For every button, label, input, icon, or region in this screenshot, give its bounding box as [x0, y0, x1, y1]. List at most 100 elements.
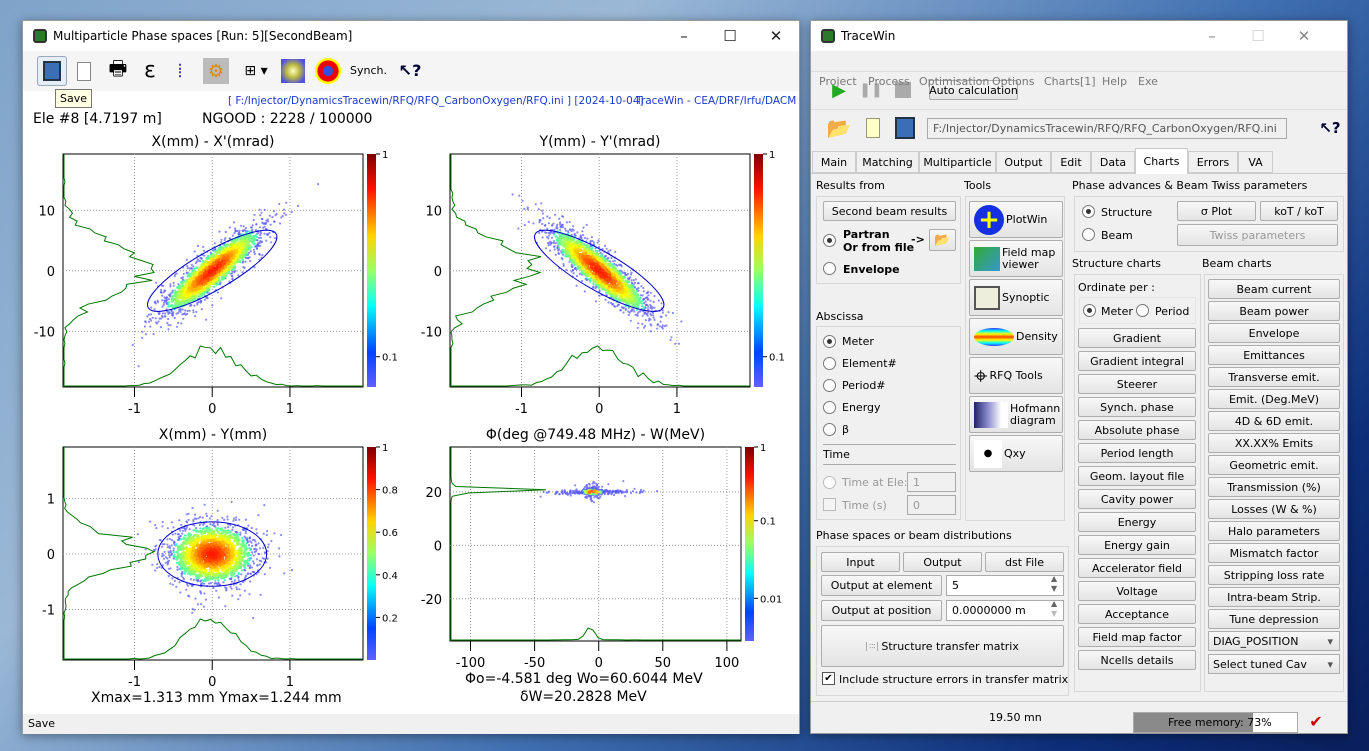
particle — [255, 223, 258, 226]
particle — [246, 573, 249, 576]
particle — [622, 311, 625, 314]
particle — [174, 532, 177, 535]
particle — [169, 537, 172, 541]
particle — [260, 241, 263, 244]
particle — [553, 245, 556, 248]
particle — [178, 519, 181, 522]
particle — [161, 315, 164, 318]
particle — [180, 322, 183, 325]
y-tick-label: 0 — [434, 539, 442, 554]
particle — [163, 543, 166, 546]
particle — [562, 253, 565, 256]
particle — [213, 582, 216, 585]
particle — [643, 297, 646, 300]
particle — [211, 304, 214, 307]
particle — [237, 598, 240, 601]
particle — [141, 330, 144, 333]
particle — [169, 324, 172, 327]
particle — [620, 306, 623, 309]
particle — [226, 529, 229, 532]
particle — [244, 227, 247, 230]
particle — [154, 317, 157, 320]
particle — [217, 596, 220, 599]
particle — [229, 585, 232, 589]
particle — [581, 279, 584, 283]
particle — [545, 236, 549, 239]
particle — [191, 536, 195, 540]
particle — [150, 319, 153, 322]
particle — [203, 529, 207, 533]
particle — [205, 512, 208, 515]
particle — [137, 561, 140, 564]
particle — [204, 598, 207, 601]
particle — [629, 276, 632, 279]
particle — [203, 537, 207, 541]
particle — [270, 241, 273, 244]
particle — [263, 573, 266, 576]
particle — [159, 326, 163, 329]
particle — [192, 311, 195, 314]
particle — [196, 534, 200, 538]
particle — [203, 249, 206, 252]
particle — [215, 589, 218, 592]
particle — [231, 278, 234, 281]
particle — [258, 236, 261, 239]
particle — [182, 312, 185, 316]
particle — [246, 553, 250, 558]
particle — [141, 336, 144, 339]
particle — [173, 541, 176, 544]
particle — [228, 226, 231, 229]
particle — [184, 529, 187, 532]
particle — [181, 276, 185, 279]
particle — [191, 277, 195, 281]
particle — [230, 253, 234, 257]
particle — [186, 309, 189, 313]
particle — [258, 547, 262, 550]
particle — [226, 543, 230, 548]
particle — [267, 233, 270, 236]
particle — [571, 265, 574, 269]
particle — [192, 309, 195, 312]
particle — [197, 550, 201, 554]
particle — [230, 560, 234, 564]
particle — [262, 546, 265, 550]
particle — [209, 523, 212, 526]
particle — [642, 290, 645, 293]
particle — [195, 260, 198, 263]
particle — [238, 229, 241, 232]
particle — [643, 326, 646, 329]
particle — [574, 234, 577, 237]
particle — [209, 535, 213, 539]
particle — [545, 231, 548, 234]
particle — [209, 555, 213, 559]
particle — [547, 241, 551, 244]
y-tick-label: -10 — [421, 325, 442, 340]
particle — [242, 555, 246, 559]
particle — [233, 579, 236, 582]
plot-title: X(mm) - X'(mrad) — [152, 134, 275, 150]
particle — [233, 250, 237, 254]
particle — [188, 528, 191, 531]
particle — [590, 264, 594, 269]
particle — [249, 260, 252, 263]
particle — [221, 516, 224, 519]
particle — [181, 532, 184, 535]
particle — [565, 241, 569, 245]
particle — [237, 579, 240, 582]
particle — [649, 318, 652, 321]
particle — [534, 203, 537, 206]
particle — [554, 235, 557, 238]
particle — [226, 562, 230, 566]
plot-frame — [449, 446, 742, 642]
particle — [632, 303, 636, 307]
particle — [174, 556, 177, 559]
particle — [208, 559, 212, 563]
particle — [207, 271, 212, 275]
y-tick-label: 0 — [47, 548, 55, 563]
particle — [195, 279, 200, 283]
particle — [251, 224, 254, 227]
particle — [179, 529, 182, 532]
particle — [598, 280, 602, 284]
particle — [511, 193, 514, 196]
particle — [164, 561, 167, 564]
